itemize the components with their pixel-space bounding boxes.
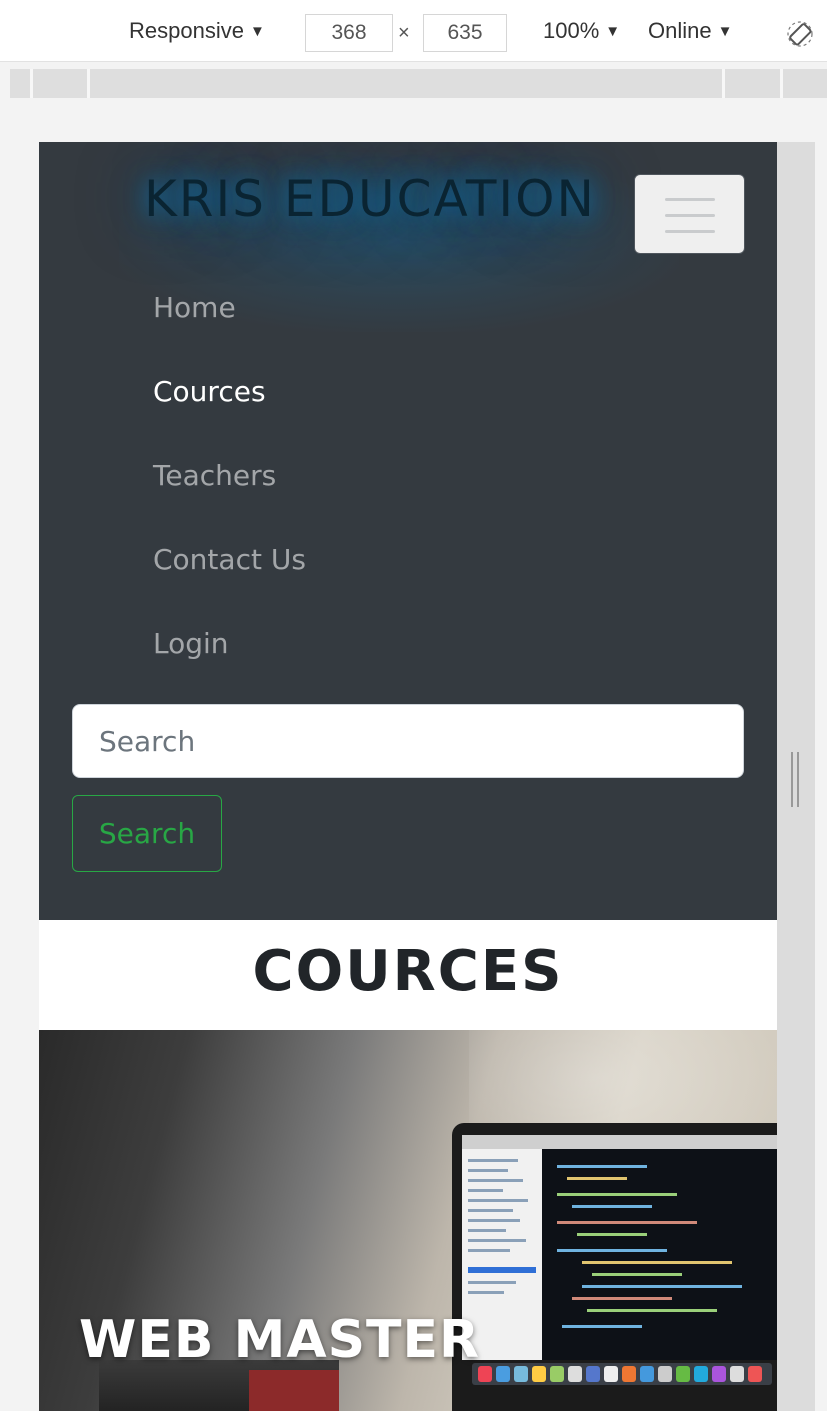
dropdown-caret-icon: ▼ — [717, 23, 733, 40]
throttling-label: Online — [648, 18, 712, 43]
hamburger-icon — [665, 198, 715, 201]
nav-link-cources[interactable]: Cources — [153, 371, 306, 455]
rotate-icon[interactable] — [786, 20, 814, 48]
search-input[interactable] — [72, 704, 744, 778]
resize-handle[interactable] — [791, 752, 799, 807]
zoom-label: 100% — [543, 18, 600, 43]
dimension-separator: × — [398, 22, 410, 44]
brand-logo[interactable]: KRIS EDUCATION — [144, 170, 596, 228]
ruler-divider — [722, 69, 725, 98]
nav-link-teachers[interactable]: Teachers — [153, 455, 306, 539]
hamburger-icon — [665, 214, 715, 217]
media-query-bar[interactable] — [10, 69, 827, 98]
course-title: WEB MASTER — [79, 1310, 481, 1370]
viewport-height-input[interactable]: 635 — [423, 14, 507, 52]
course-card-image[interactable]: WEB MASTER — [39, 1030, 777, 1411]
emulated-viewport: KRIS EDUCATION Home Cources Teachers Con… — [39, 142, 777, 1411]
ruler-divider — [780, 69, 783, 98]
dropdown-caret-icon: ▼ — [249, 23, 265, 40]
laptop-image — [452, 1123, 777, 1411]
nav-link-contact-us[interactable]: Contact Us — [153, 539, 306, 623]
laptop-screen — [462, 1135, 777, 1360]
dropdown-caret-icon: ▼ — [605, 23, 621, 40]
nav-link-home[interactable]: Home — [153, 287, 306, 371]
hamburger-icon — [665, 230, 715, 233]
page-title: COURCES — [39, 920, 777, 1030]
ruler-divider — [30, 69, 33, 98]
screen-titlebar — [462, 1135, 777, 1149]
nav-menu: Home Cources Teachers Contact Us Login — [153, 287, 306, 707]
nav-link-login[interactable]: Login — [153, 623, 306, 707]
throttling-dropdown[interactable]: Online ▼ — [648, 18, 732, 44]
device-toolbar: Responsive ▼ 368 × 635 100% ▼ Online ▼ — [0, 0, 827, 62]
ruler-divider — [87, 69, 90, 98]
navbar: KRIS EDUCATION Home Cources Teachers Con… — [39, 142, 777, 920]
device-mode-label: Responsive — [129, 18, 244, 43]
viewport-width-input[interactable]: 368 — [305, 14, 393, 52]
zoom-dropdown[interactable]: 100% ▼ — [543, 18, 620, 44]
menu-toggle-button[interactable] — [634, 174, 745, 254]
search-button[interactable]: Search — [72, 795, 222, 872]
screen-dock — [472, 1363, 772, 1385]
device-mode-dropdown[interactable]: Responsive ▼ — [129, 18, 265, 44]
